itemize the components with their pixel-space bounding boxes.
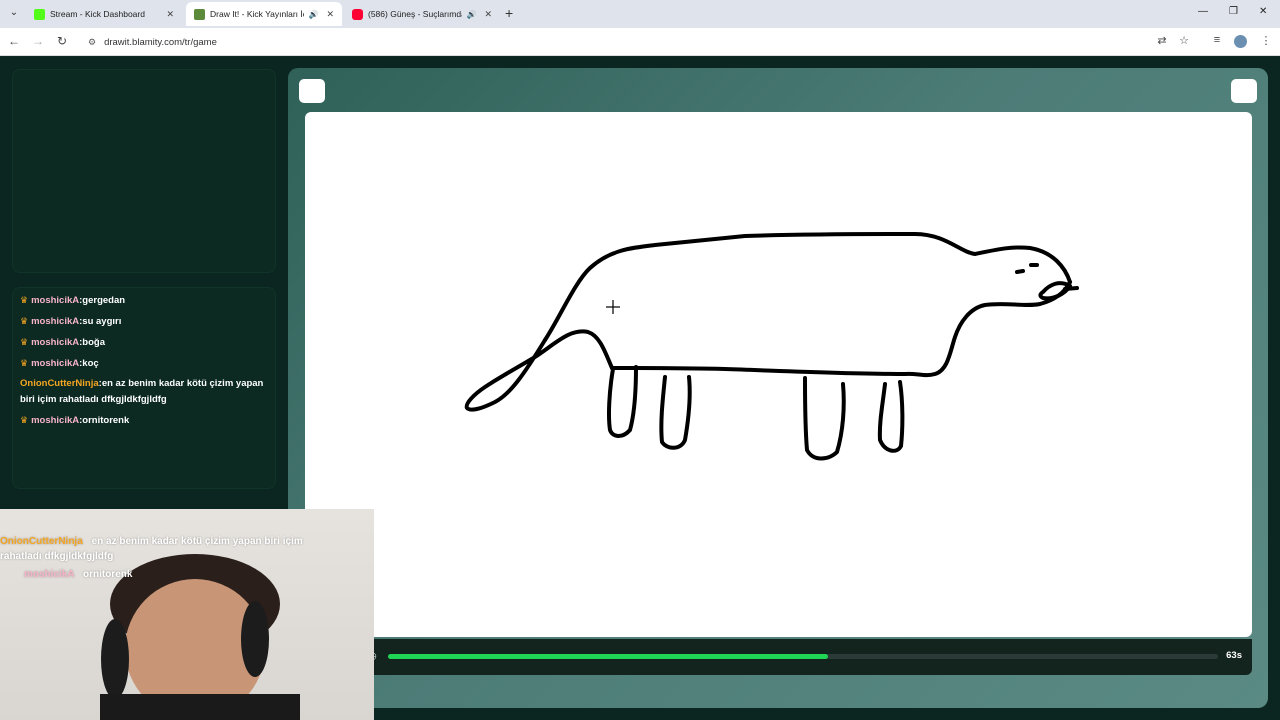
restore-icon[interactable]: ❐ [1229, 6, 1238, 17]
media-controls-icon[interactable]: ≡ [1210, 34, 1224, 46]
tab-youtube[interactable]: (586) Güneş - Suçlarımdan 🔊 ✕ [344, 2, 500, 26]
cam-chat-line: moshicikA ornitorenk [24, 569, 133, 580]
timer-progress-fill [388, 654, 828, 659]
close-icon[interactable]: ✕ [484, 9, 492, 20]
drawing-stroke [1063, 286, 1079, 291]
game-left-button[interactable] [299, 79, 325, 103]
bookmark-star-icon[interactable]: ☆ [1177, 34, 1191, 47]
menu-kebab-icon[interactable]: ⋮ [1259, 34, 1273, 47]
reload-icon[interactable]: ↻ [54, 34, 70, 48]
webcam-overlay: OnionCutterNinja en az benim kadar kötü … [0, 509, 374, 720]
tab-title: (586) Güneş - Suçlarımdan [368, 9, 463, 19]
drawing-stroke [803, 376, 846, 461]
close-window-icon[interactable]: ✕ [1259, 6, 1267, 17]
tab-title: Draw It! - Kick Yayınları İçin [210, 9, 305, 19]
chat-message: ♛ moshicikA:gergedan [20, 295, 126, 306]
game-right-button[interactable] [1231, 79, 1257, 103]
timer-seconds: 63s [1226, 650, 1242, 661]
crown-icon: ♛ [20, 358, 29, 368]
drawing-stroke [607, 365, 638, 438]
site-info-icon[interactable]: ⚙ [88, 37, 96, 48]
back-arrow-icon[interactable]: ← [6, 34, 22, 48]
minimize-icon[interactable]: — [1198, 6, 1208, 17]
drawing-canvas[interactable] [305, 112, 1252, 637]
crown-icon: ♛ [20, 337, 29, 347]
chat-message: ♛ moshicikA:boğa [20, 337, 105, 348]
youtube-favicon-icon [352, 8, 363, 20]
round-timer: ◷ 63s [362, 639, 1252, 675]
stream-preview [12, 69, 276, 273]
drawing-stroke [610, 280, 1072, 378]
chat-panel: ♛ moshicikA:gergedan ♛ moshicikA:su aygırı… [12, 287, 276, 489]
tab-bar: ⌄ Stream - Kick Dashboard ✕ Draw It! - K… [0, 0, 1280, 28]
drawing-stroke [464, 329, 614, 412]
address-bar: ← → ↻ ⚙ drawit.blamity.com/tr/game ⇄ ☆ ≡… [0, 28, 1280, 56]
kick-favicon-icon [34, 8, 45, 20]
tab-title: Stream - Kick Dashboard [50, 9, 145, 19]
close-icon[interactable]: ✕ [326, 9, 334, 20]
game-area: ◷ 63s [288, 68, 1268, 708]
drawing-svg [464, 232, 1079, 461]
tab-search-chevron-icon[interactable]: ⌄ [6, 5, 22, 21]
new-tab-plus-icon[interactable]: + [505, 5, 513, 21]
url-text: drawit.blamity.com/tr/game [104, 36, 217, 48]
speaker-icon[interactable]: 🔊 [308, 10, 318, 19]
drawit-favicon-icon [194, 8, 205, 20]
cam-chat-line: OnionCutterNinja en az benim kadar kötü … [0, 536, 303, 562]
crown-icon: ♛ [20, 316, 29, 326]
crown-icon: ♛ [20, 415, 29, 425]
crown-icon: ♛ [20, 295, 29, 305]
chat-message: OnionCutterNinja:en az benim kadar kötü … [20, 378, 264, 405]
tab-draw-it[interactable]: Draw It! - Kick Yayınları İçin 🔊 ✕ [186, 2, 342, 26]
drawing-stroke [659, 375, 692, 450]
crosshair-cursor-icon [606, 300, 620, 314]
forward-arrow-icon[interactable]: → [30, 34, 46, 48]
chat-message: ♛ moshicikA:koç [20, 358, 99, 369]
url-field[interactable]: ⚙ drawit.blamity.com/tr/game [84, 33, 1194, 51]
chat-message: ♛ moshicikA:ornitorenk [20, 415, 130, 426]
drawing-stroke [877, 380, 905, 453]
drawing-stroke [1015, 269, 1025, 274]
drawing-stroke [543, 232, 1072, 342]
chat-message: ♛ moshicikA:su aygırı [20, 316, 122, 327]
speaker-icon[interactable]: 🔊 [466, 10, 476, 19]
translate-icon[interactable]: ⇄ [1155, 34, 1169, 47]
tab-kick-dashboard[interactable]: Stream - Kick Dashboard ✕ [26, 2, 182, 26]
timer-track [388, 654, 1218, 659]
profile-avatar[interactable] [1234, 35, 1247, 48]
close-icon[interactable]: ✕ [166, 9, 174, 20]
